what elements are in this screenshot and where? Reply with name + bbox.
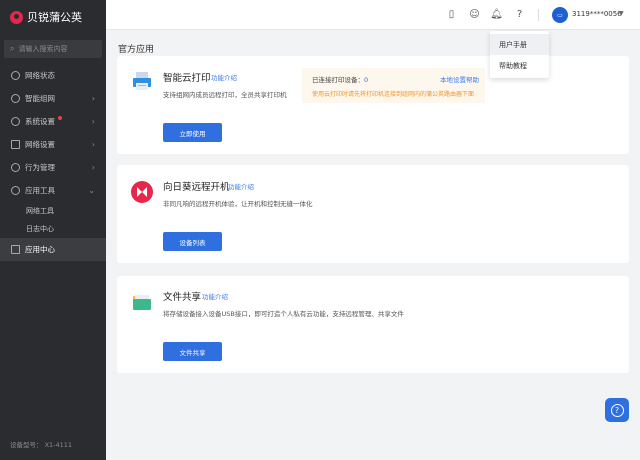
- chevron-right-icon: ›: [91, 140, 95, 149]
- avatar[interactable]: ▭: [552, 7, 568, 23]
- sidebar-item-label: 应用工具: [25, 186, 55, 195]
- dropdown-item-user-manual[interactable]: 用户手册: [490, 34, 549, 55]
- file-share-button[interactable]: 文件共享: [163, 342, 222, 361]
- local-help-link[interactable]: 本地设置帮助: [440, 74, 479, 84]
- sidebar: 贝锐蒲公英 ⌕ 请输入搜索内容 网络状态 智能组网 › 系统设置 › 网络设置 …: [0, 0, 106, 460]
- caret-down-icon[interactable]: ▼: [619, 10, 624, 17]
- chevron-right-icon: ›: [91, 117, 95, 126]
- header: ▯ ☺ 🔔︎ ? ▭ 3119****0056 ▼: [106, 0, 640, 30]
- device-model: 设备型号： X1-4111: [10, 441, 73, 449]
- search-input[interactable]: ⌕ 请输入搜索内容: [4, 40, 102, 58]
- notification-dot: [58, 116, 62, 120]
- mobile-icon[interactable]: ▯: [445, 8, 458, 21]
- card-description: 支持组网内成员远程打印，全员共享打印机: [163, 91, 287, 99]
- app-card-cloud-print: 智能云打印 功能介绍 支持组网内成员远程打印，全员共享打印机 已连接打印设备：0…: [117, 56, 629, 154]
- bell-icon[interactable]: 🔔︎: [490, 8, 503, 21]
- behavior-icon: [11, 163, 20, 172]
- help-dropdown: 用户手册 帮助教程: [490, 31, 549, 78]
- help-icon[interactable]: ?: [513, 8, 526, 21]
- sidebar-item-app-tools[interactable]: 应用工具 ⌄: [0, 179, 106, 202]
- folder-icon: [133, 295, 151, 310]
- floating-help-button[interactable]: ?: [605, 398, 629, 422]
- chevron-down-icon: ⌄: [88, 186, 95, 195]
- sidebar-item-label: 网络状态: [25, 71, 55, 80]
- tools-icon: [11, 186, 20, 195]
- header-divider: [538, 9, 539, 21]
- chevron-right-icon: ›: [91, 163, 95, 172]
- connected-label: 已连接打印设备：: [312, 76, 364, 84]
- search-placeholder: 请输入搜索内容: [18, 45, 68, 53]
- search-icon: ⌕: [10, 44, 15, 53]
- feature-intro-link[interactable]: 功能介绍: [228, 181, 254, 191]
- printer-icon: [133, 72, 151, 90]
- print-notice: 已连接打印设备：0 本地设置帮助 使用云打印时请先将打印机连接到组网内的蒲公英路…: [302, 68, 485, 103]
- connected-devices: 已连接打印设备：0: [312, 74, 368, 84]
- logo-icon: [10, 10, 23, 24]
- card-description: 非同凡响的远程开机体验，让开机和控制无缝一体化: [163, 200, 313, 208]
- card-title: 智能云打印: [163, 73, 211, 84]
- use-now-button[interactable]: 立即使用: [163, 123, 222, 142]
- sidebar-item-label: 应用中心: [25, 245, 55, 254]
- sidebar-item-smart-network[interactable]: 智能组网 ›: [0, 87, 106, 110]
- dropdown-item-help-tutorial[interactable]: 帮助教程: [490, 55, 549, 76]
- help-icon: ?: [610, 403, 624, 417]
- user-account[interactable]: 3119****0056: [572, 10, 622, 18]
- card-title: 向日葵远程开机: [163, 182, 230, 193]
- sidebar-item-label: 行为管理: [25, 163, 55, 172]
- sidebar-item-network-settings[interactable]: 网络设置 ›: [0, 133, 106, 156]
- feature-intro-link[interactable]: 功能介绍: [202, 291, 228, 301]
- connected-count: 0: [364, 76, 369, 84]
- app-card-remote-boot: 向日葵远程开机 功能介绍 非同凡响的远程开机体验，让开机和控制无缝一体化 设备列…: [117, 165, 629, 263]
- sidebar-item-label: 系统设置: [25, 117, 55, 126]
- sunflower-icon: [131, 181, 153, 203]
- page-title: 官方应用: [118, 45, 155, 55]
- app-name: 贝锐蒲公英: [27, 11, 82, 24]
- sidebar-item-label: 网络设置: [25, 140, 55, 149]
- sidebar-item-system-settings[interactable]: 系统设置 ›: [0, 110, 106, 133]
- feature-intro-link[interactable]: 功能介绍: [211, 72, 237, 82]
- sidebar-item-label: 智能组网: [25, 94, 55, 103]
- grid-icon: [11, 245, 20, 254]
- notice-tip: 使用云打印时请先将打印机连接到组网内的蒲公英路由器下面: [312, 91, 475, 98]
- logo[interactable]: 贝锐蒲公英: [0, 0, 106, 34]
- card-title: 文件共享: [163, 292, 202, 303]
- network-icon: [11, 94, 20, 103]
- app-card-file-share: 文件共享 功能介绍 将存储设备接入设备USB接口，即可打造个人私有云功能，支持远…: [117, 276, 629, 373]
- globe-icon: [11, 71, 20, 80]
- device-list-button[interactable]: 设备列表: [163, 232, 222, 251]
- sidebar-item-behavior[interactable]: 行为管理 ›: [0, 156, 106, 179]
- sidebar-subitem-log-center[interactable]: 日志中心: [0, 220, 106, 238]
- sidebar-item-network-status[interactable]: 网络状态: [0, 64, 106, 87]
- sidebar-item-app-center[interactable]: 应用中心: [0, 238, 106, 261]
- gear-icon: [11, 117, 20, 126]
- sliders-icon: [11, 140, 20, 149]
- robot-icon[interactable]: ☺: [468, 8, 481, 21]
- chevron-right-icon: ›: [91, 94, 95, 103]
- card-description: 将存储设备接入设备USB接口，即可打造个人私有云功能，支持远程管理、共享文件: [163, 310, 404, 318]
- sidebar-subitem-network-tools[interactable]: 网络工具: [0, 202, 106, 220]
